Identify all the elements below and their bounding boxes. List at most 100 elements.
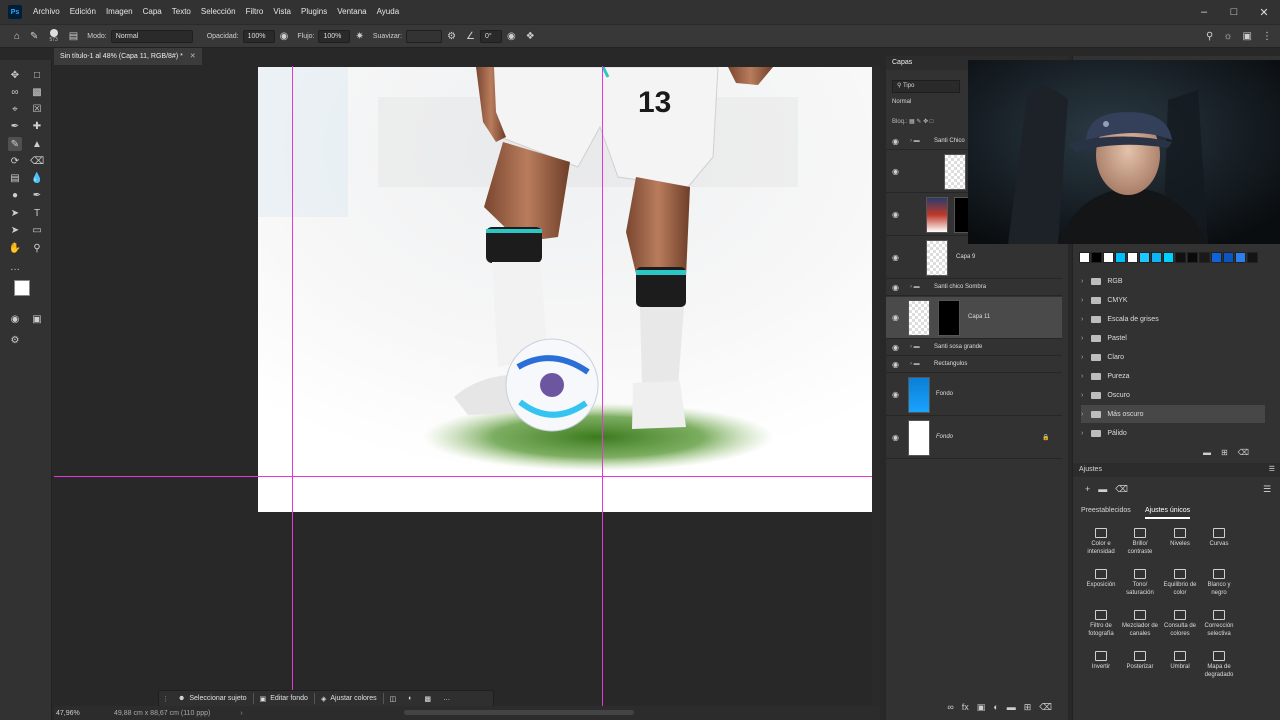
flow-field[interactable]: 100% xyxy=(318,29,351,43)
swatch-folder[interactable]: › Pastel xyxy=(1081,329,1265,347)
adjustment-posterizar[interactable]: Posterizar xyxy=(1120,651,1160,671)
eyedropper-tool-icon[interactable]: ✒ xyxy=(8,119,22,133)
color-swatch[interactable] xyxy=(1091,252,1102,263)
swatch-folder-highlighted[interactable]: › Más oscuro xyxy=(1081,405,1265,423)
smooth-settings-gear-icon[interactable]: ⚙ xyxy=(447,31,456,42)
adjustments-tab[interactable]: Ajustes xyxy=(1079,466,1102,473)
vertical-scrollbar[interactable] xyxy=(872,66,880,720)
visibility-eye-icon[interactable]: ◉ xyxy=(892,137,899,146)
guide-horizontal[interactable] xyxy=(54,476,880,477)
color-swatch[interactable] xyxy=(1151,252,1162,263)
menu-edicion[interactable]: Edición xyxy=(65,0,101,24)
adjustment-layer-icon[interactable]: ◐ xyxy=(993,702,998,712)
pressure-size-icon[interactable]: ◉ xyxy=(507,31,516,42)
new-swatch-icon[interactable]: ⊞ xyxy=(1221,448,1228,457)
lock-artboard-icon[interactable]: □ xyxy=(930,119,934,125)
brush-settings-icon[interactable]: ▤ xyxy=(69,31,78,42)
visibility-eye-icon[interactable]: ◉ xyxy=(892,283,899,292)
select-subject-button[interactable]: ☻ Seleccionar sujeto xyxy=(172,691,253,706)
adjustment-equilibrio-de-color[interactable]: Equilibrio de color xyxy=(1160,569,1200,597)
visibility-eye-icon[interactable]: ◉ xyxy=(892,210,899,219)
visibility-eye-icon[interactable]: ◉ xyxy=(892,253,899,262)
swatch-folder[interactable]: › Claro xyxy=(1081,348,1265,366)
brush-tool-icon[interactable]: ✎ xyxy=(30,31,38,42)
layers-tab[interactable]: Capas xyxy=(892,59,912,66)
color-swatch[interactable] xyxy=(1187,252,1198,263)
adjustment-corrección-selectiva[interactable]: Corrección selectiva xyxy=(1199,610,1239,638)
more-tools-icon[interactable]: … xyxy=(8,260,22,274)
screen-mode-icon[interactable]: ▣ xyxy=(30,312,44,326)
share-icon[interactable]: ⋮ xyxy=(1262,31,1272,42)
object-selection-tool-icon[interactable]: ▩ xyxy=(30,85,44,99)
maximize-icon[interactable]: □ xyxy=(1218,0,1250,24)
brush-tool-active-icon[interactable]: ✎ xyxy=(8,137,22,151)
fx-icon[interactable]: fx xyxy=(962,702,969,712)
status-chevron-icon[interactable]: › xyxy=(240,710,242,717)
symmetry-icon[interactable]: ❖ xyxy=(526,31,535,42)
document-canvas[interactable]: 13 xyxy=(258,67,874,512)
swatch-folder[interactable]: › RGB xyxy=(1081,272,1265,290)
adjustment-brillo-contraste[interactable]: Brillo/ contraste xyxy=(1120,528,1160,556)
panel-menu-icon[interactable]: ☰ xyxy=(1269,463,1275,477)
menu-imagen[interactable]: Imagen xyxy=(101,0,138,24)
adjustment-filtro-de-fotografía[interactable]: Filtro de fotografía xyxy=(1081,610,1121,638)
adjustment-color-e-intensidad[interactable]: Color e intensidad xyxy=(1081,528,1121,556)
gradient-tool-icon[interactable]: ▤ xyxy=(8,171,22,185)
visibility-eye-icon[interactable]: ◉ xyxy=(892,433,899,442)
visibility-eye-icon[interactable]: ◉ xyxy=(892,313,899,322)
color-swatch[interactable] xyxy=(1079,252,1090,263)
adjustment-curvas[interactable]: Curvas xyxy=(1199,528,1239,548)
healing-brush-tool-icon[interactable]: ✚ xyxy=(30,119,44,133)
document-tab[interactable]: Sin título-1 al 48% (Capa 11, RGB/8#) * … xyxy=(54,48,202,65)
mask-icon[interactable]: ◐ xyxy=(402,691,418,706)
adjust-colors-button[interactable]: ◈ Ajustar colores xyxy=(315,691,383,706)
type-tool-icon[interactable]: T xyxy=(30,206,44,220)
menu-texto[interactable]: Texto xyxy=(167,0,196,24)
dodge-tool-icon[interactable]: ● xyxy=(8,188,22,202)
adjustment-umbral[interactable]: Umbral xyxy=(1160,651,1200,671)
add-mask-icon[interactable]: ▣ xyxy=(977,702,986,713)
visibility-eye-icon[interactable]: ◉ xyxy=(892,343,899,352)
adjustment-invertir[interactable]: Invertir xyxy=(1081,651,1121,671)
menu-archivo[interactable]: Archivo xyxy=(28,0,65,24)
new-folder-icon[interactable]: ▬ xyxy=(1203,448,1211,457)
adjustment-blanco-y-negro[interactable]: Blanco y negro xyxy=(1199,569,1239,597)
color-swatch[interactable] xyxy=(1175,252,1186,263)
layer-filter-select[interactable]: ⚲ Tipo xyxy=(892,80,960,93)
color-swatch[interactable] xyxy=(1235,252,1246,263)
close-icon[interactable]: ✕ xyxy=(1248,0,1280,24)
tab-single-adjustments[interactable]: Ajustes únicos xyxy=(1145,507,1191,519)
angle-field[interactable]: 0° xyxy=(480,29,502,43)
drag-handle-icon[interactable]: ⋮ xyxy=(159,691,172,706)
menu-vista[interactable]: Vista xyxy=(268,0,296,24)
frame-tool-icon[interactable]: ☒ xyxy=(30,102,44,116)
lock-pixels-icon[interactable]: ▦ xyxy=(909,119,915,125)
lasso-tool-icon[interactable]: ∞ xyxy=(8,85,22,99)
smooth-field[interactable] xyxy=(406,29,443,43)
color-swatch[interactable] xyxy=(1163,252,1174,263)
layer-row[interactable]: ◉ › ▬ Santi sosa grande xyxy=(886,340,1062,356)
zoom-level[interactable]: 47,96% xyxy=(56,710,108,717)
adjustment-tono-saturación[interactable]: Tono/ saturación xyxy=(1120,569,1160,597)
swatch-folder[interactable]: › Oscuro xyxy=(1081,386,1265,404)
path-tool-icon[interactable]: ➤ xyxy=(8,206,22,220)
zoom-tool-icon[interactable]: ⚲ xyxy=(30,241,44,255)
tab-presets[interactable]: Preestablecidos xyxy=(1081,507,1131,514)
close-tab-icon[interactable]: ✕ xyxy=(190,53,196,60)
adjustment-niveles[interactable]: Niveles xyxy=(1160,528,1200,548)
transform-icon[interactable]: ◫ xyxy=(384,691,403,706)
hand-tool-icon[interactable]: ✋ xyxy=(8,241,22,255)
opacity-field[interactable]: 100% xyxy=(242,29,275,43)
brush-preset-picker[interactable]: 573 xyxy=(49,29,58,43)
lock-position-icon[interactable]: ✥ xyxy=(923,119,928,125)
swatch-folder[interactable]: › Pálido xyxy=(1081,424,1265,442)
horizontal-scrollbar[interactable] xyxy=(404,710,634,715)
mode-select[interactable]: Normal xyxy=(110,29,193,43)
minimize-icon[interactable]: – xyxy=(1188,0,1220,24)
guide-vertical-left[interactable] xyxy=(292,66,293,720)
visibility-eye-icon[interactable]: ◉ xyxy=(892,390,899,399)
swatch-folder[interactable]: › Pureza xyxy=(1081,367,1265,385)
layer-row[interactable]: ◉ Fondo 🔒 xyxy=(886,417,1062,459)
menu-filtro[interactable]: Filtro xyxy=(241,0,269,24)
color-swatch[interactable] xyxy=(1115,252,1126,263)
